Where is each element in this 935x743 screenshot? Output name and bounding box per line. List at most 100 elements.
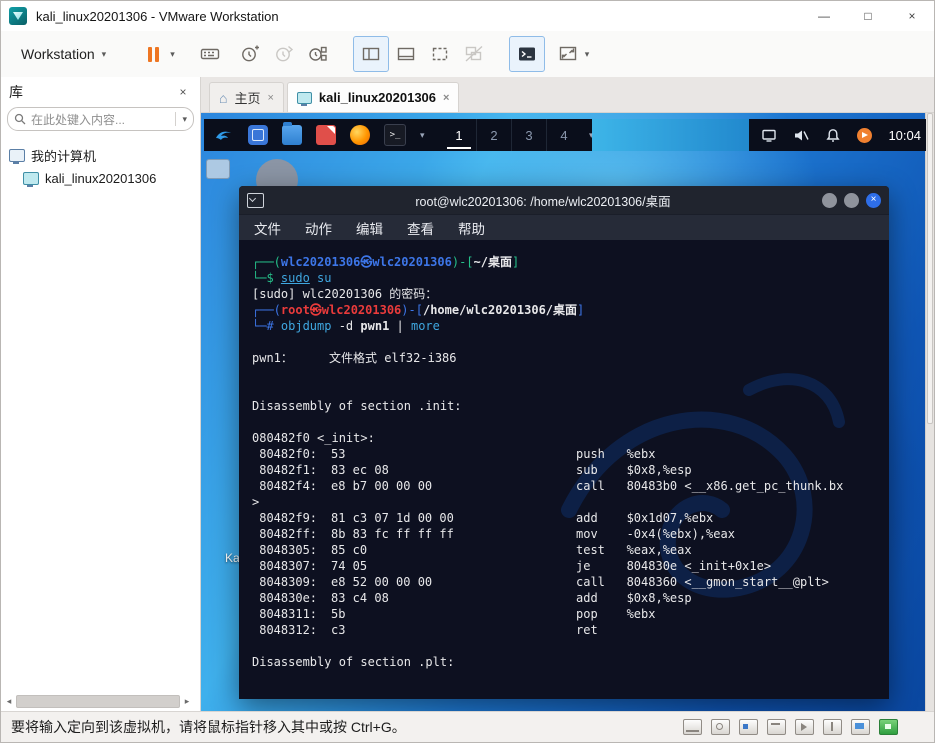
disasm-line: 80482ff: 8b 83 fc ff ff ff mov -0x4(%ebx),… xyxy=(252,526,881,542)
close-button[interactable]: × xyxy=(890,1,934,31)
prompt-frame: ┌──( xyxy=(252,303,281,317)
scrollbar-thumb[interactable] xyxy=(927,113,933,424)
terminal-line: [sudo] wlc20201306 的密码： xyxy=(252,287,438,301)
terminal-dropdown-caret[interactable]: ▾ xyxy=(420,130,425,140)
minimize-button[interactable]: — xyxy=(802,1,846,31)
menu-help[interactable]: 帮助 xyxy=(458,218,485,238)
firefox-icon[interactable] xyxy=(350,125,370,145)
usb-icon[interactable] xyxy=(823,719,842,735)
library-tree: 我的计算机 kali_linux20201306 xyxy=(1,131,200,189)
sidebar-item-vm[interactable]: kali_linux20201306 xyxy=(1,168,200,189)
take-snapshot-button[interactable] xyxy=(233,37,267,71)
tab-home-close[interactable]: × xyxy=(267,92,273,104)
panel-highlight xyxy=(592,119,749,151)
display-icon[interactable] xyxy=(851,719,870,735)
prompt-frame: ┌──( xyxy=(252,255,281,269)
scroll-right-arrow[interactable]: ▸ xyxy=(182,696,192,707)
update-indicator-icon[interactable] xyxy=(857,127,873,143)
file-manager-icon[interactable] xyxy=(282,122,302,145)
disasm-addr: 80482f0: xyxy=(252,447,318,461)
disasm-bytes: 8b 83 fc ff ff ff xyxy=(331,527,454,541)
terminal-maximize-button[interactable] xyxy=(844,192,859,208)
network-adapter-icon[interactable] xyxy=(739,719,758,735)
vm-display[interactable]: Ka >_ ▾ 1 2 3 4 ▾ xyxy=(201,113,926,711)
sidebar-item-my-computer[interactable]: 我的计算机 xyxy=(1,143,200,168)
dashed-rect-icon xyxy=(432,47,447,61)
terminal-icon xyxy=(518,47,535,61)
terminal-app-icon[interactable]: >_ xyxy=(384,124,406,146)
kali-panel-tray: 10:04 xyxy=(761,119,921,151)
library-close-button[interactable]: × xyxy=(174,85,192,99)
unity-windows-icon xyxy=(465,45,483,62)
scrollbar-thumb[interactable] xyxy=(16,695,180,708)
menu-view[interactable]: 查看 xyxy=(407,218,434,238)
disasm-asm: pop %ebx xyxy=(576,607,656,621)
library-horizontal-scrollbar[interactable]: ◂ ▸ xyxy=(4,695,192,708)
terminal-line: 080482f0 <_init>: xyxy=(252,431,375,445)
scroll-left-arrow[interactable]: ◂ xyxy=(4,696,14,707)
workstation-menu-button[interactable]: Workstation ▾ xyxy=(9,38,118,70)
suspend-button[interactable] xyxy=(136,37,170,71)
workspace-3[interactable]: 3 xyxy=(511,119,546,151)
fullscreen-caret[interactable]: ▾ xyxy=(585,49,590,59)
terminal-close-button[interactable]: × xyxy=(866,192,881,208)
ctrl-alt-del-button[interactable] xyxy=(193,37,227,71)
open-terminal-button[interactable] xyxy=(508,36,545,72)
monitor-icon[interactable] xyxy=(761,128,777,143)
cdrom-icon[interactable] xyxy=(711,719,730,735)
disasm-bytes: 5b xyxy=(331,607,346,621)
desktop-icon[interactable] xyxy=(206,159,230,179)
tab-home[interactable]: ⌂ 主页 × xyxy=(209,82,284,112)
clock[interactable]: 10:04 xyxy=(888,128,921,143)
terminal-line: └─$ sudo su xyxy=(252,270,881,286)
window-controls: — □ × xyxy=(802,1,934,31)
terminal-line: Disassembly of section .plt: xyxy=(252,655,455,669)
unity-mode-button[interactable] xyxy=(457,37,491,71)
snapshot-manager-button[interactable] xyxy=(301,37,335,71)
workspace-2[interactable]: 2 xyxy=(476,119,511,151)
disasm-bytes: 85 c0 xyxy=(331,543,368,557)
revert-snapshot-button[interactable] xyxy=(267,37,301,71)
thumbnail-bar-toggle[interactable] xyxy=(389,37,423,71)
hard-disk-icon[interactable] xyxy=(683,719,702,735)
terminal-minimize-button[interactable] xyxy=(822,192,837,208)
disasm-bytes: 53 xyxy=(331,447,346,461)
prompt-frame: ] xyxy=(512,255,520,269)
menu-file[interactable]: 文件 xyxy=(254,218,281,238)
tab-vm[interactable]: kali_linux20201306 × xyxy=(286,82,460,112)
terminal-titlebar[interactable]: root@wlc20201306: /home/wlc20201306/桌面 × xyxy=(239,186,889,214)
search-placeholder: 在此处键入内容... xyxy=(31,112,126,127)
kali-menu-icon[interactable] xyxy=(214,125,234,145)
terminal-window-controls: × xyxy=(822,192,881,208)
printer-icon[interactable] xyxy=(767,719,786,735)
menu-actions[interactable]: 动作 xyxy=(305,218,332,238)
command-text: more xyxy=(410,319,440,333)
terminal-content[interactable]: ┌──(wlc20201306㉿wlc20201306)-[~/桌面] └─$ … xyxy=(239,240,889,699)
workspace-1[interactable]: 1 xyxy=(442,119,476,151)
disasm-asm: je 804830e <_init+0x1e> xyxy=(576,559,772,573)
desktop-label-fragment: Ka xyxy=(225,551,240,565)
volume-muted-icon[interactable] xyxy=(793,128,810,143)
fullscreen-button[interactable] xyxy=(551,37,585,71)
disasm-bytes: 83 c4 08 xyxy=(331,591,389,605)
sound-icon[interactable] xyxy=(795,719,814,735)
library-search-input[interactable]: 在此处键入内容... ▾ xyxy=(7,107,194,131)
pipe-symbol: | xyxy=(389,319,411,333)
fit-guest-button[interactable] xyxy=(423,37,457,71)
workspace-4[interactable]: 4 xyxy=(546,119,581,151)
vmware-tools-icon[interactable] xyxy=(879,719,898,735)
tab-vm-close[interactable]: × xyxy=(443,92,449,104)
vm-name-label: kali_linux20201306 xyxy=(45,171,157,186)
menu-edit[interactable]: 编辑 xyxy=(356,218,383,238)
notifications-icon[interactable] xyxy=(825,128,841,143)
settings-app-icon[interactable] xyxy=(248,125,268,145)
maximize-button[interactable]: □ xyxy=(846,1,890,31)
suspend-caret[interactable]: ▾ xyxy=(170,49,175,59)
library-panel-toggle[interactable] xyxy=(352,36,389,72)
vm-vertical-scrollbar[interactable] xyxy=(925,113,934,711)
text-editor-icon[interactable] xyxy=(316,125,336,145)
search-options-button[interactable]: ▾ xyxy=(175,112,187,126)
